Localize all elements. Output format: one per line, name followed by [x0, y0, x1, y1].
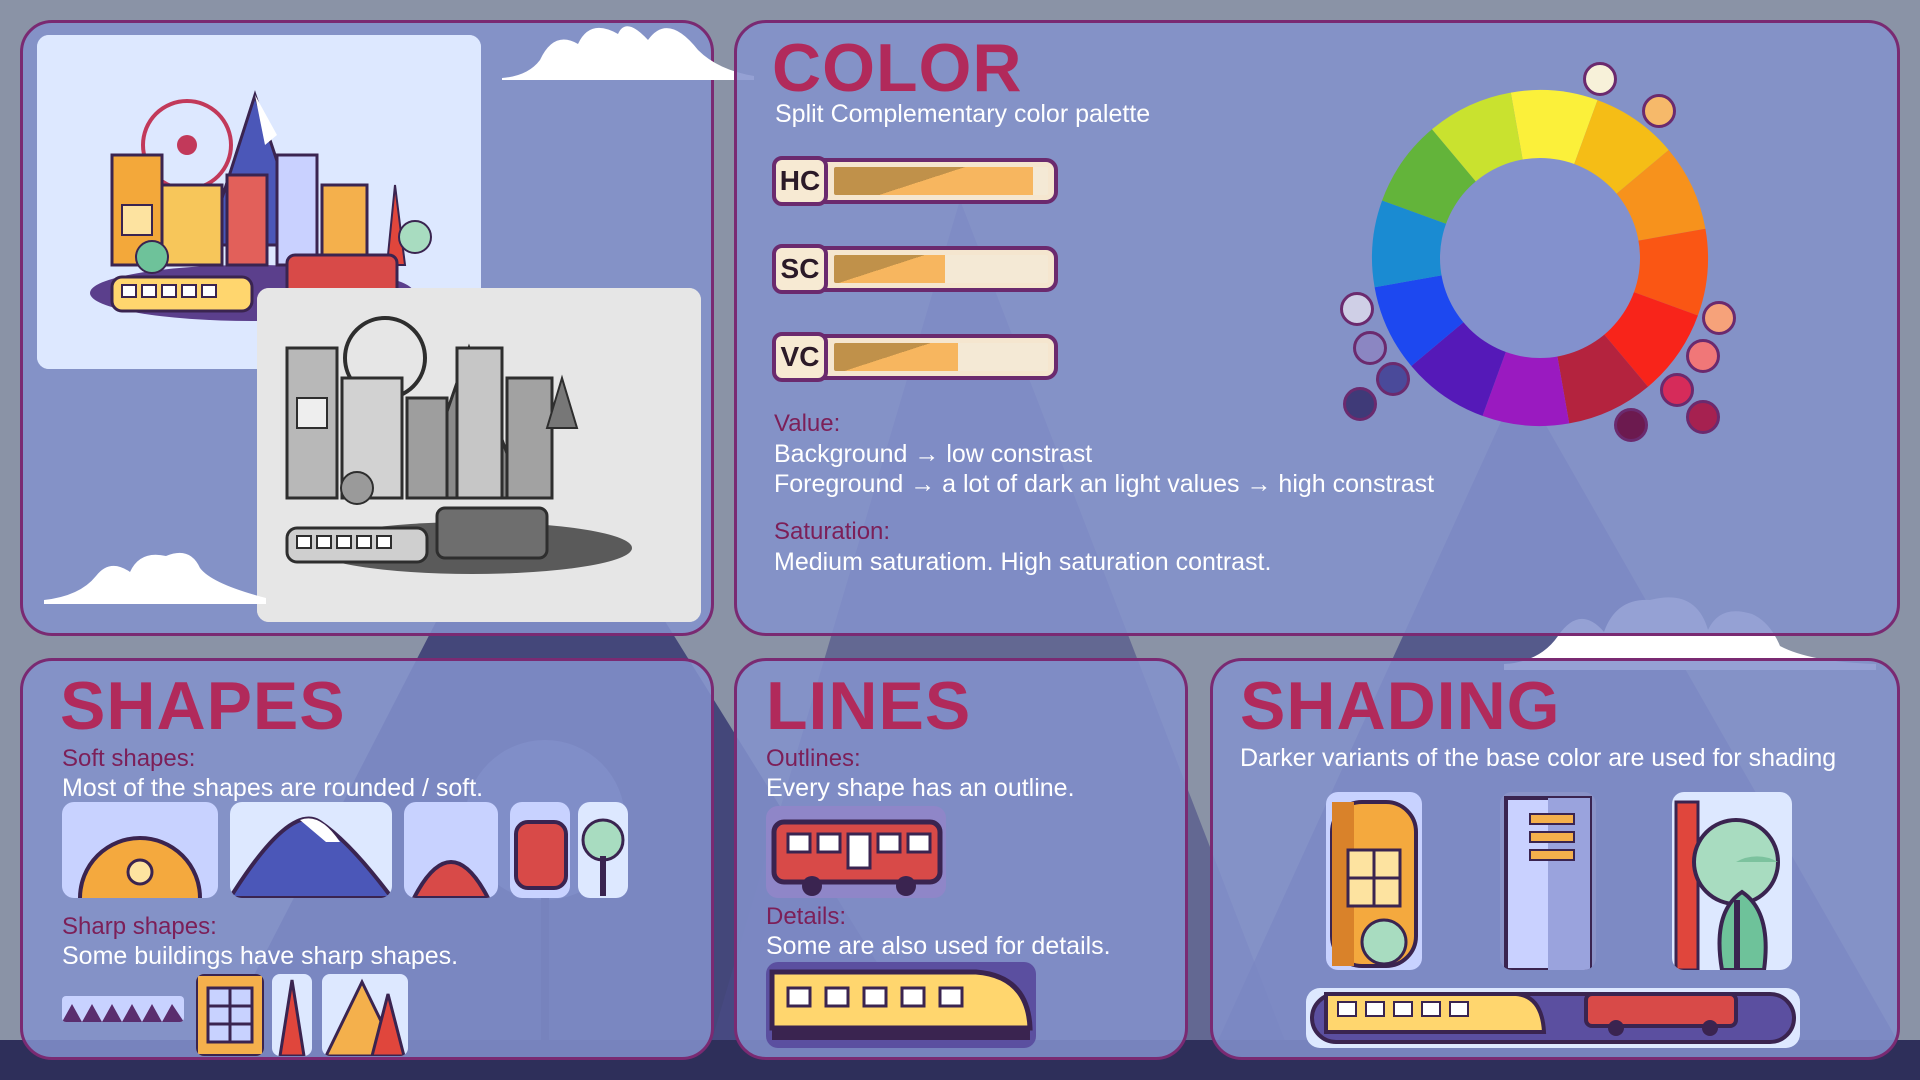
value-label: Value:: [774, 410, 841, 437]
saturation-label: Saturation:: [774, 518, 891, 545]
soft-shape-dome: [62, 802, 218, 898]
details-train-example: [766, 962, 1036, 1048]
color-subtitle: Split Complementary color palette: [775, 100, 1151, 128]
lines-title: LINES: [766, 668, 972, 744]
soft-shape-mountain: [230, 802, 392, 898]
saturation-contrast-fill: [834, 255, 946, 283]
sharp-shape-spire: [272, 974, 312, 1056]
saturation-contrast-meter: SC: [772, 244, 1058, 294]
swatch-top-2: [1642, 94, 1676, 128]
details-text: Some are also used for details.: [766, 932, 1111, 960]
shapes-title: SHAPES: [60, 668, 346, 744]
cloud-icon: [502, 26, 754, 80]
value-line-2: Foreground → a lot of dark an light valu…: [774, 470, 1435, 498]
sharp-shape-tower: [322, 974, 408, 1056]
color-title: COLOR: [772, 30, 1023, 106]
soft-shape-umbrella: [404, 802, 498, 898]
swatch-right-2: [1686, 339, 1720, 373]
saturation-contrast-badge: SC: [772, 244, 828, 294]
hue-contrast-badge: HC: [772, 156, 828, 206]
swatch-left-3: [1376, 362, 1410, 396]
sharp-shapes-label: Sharp shapes:: [62, 913, 217, 940]
hue-contrast-meter: HC: [772, 156, 1058, 206]
value-contrast-badge: VC: [772, 332, 828, 382]
outlines-text: Every shape has an outline.: [766, 774, 1075, 802]
shading-example-building: [1326, 792, 1422, 970]
value-contrast-fill: [834, 343, 959, 371]
swatch-left-4: [1343, 387, 1377, 421]
swatch-left-1: [1340, 292, 1374, 326]
outline-bus-example: [766, 806, 946, 898]
sharp-shape-window: [196, 974, 264, 1056]
saturation-text: Medium saturatiom. High saturation contr…: [774, 548, 1272, 576]
grayscale-illustration: [257, 288, 701, 622]
shading-example-train: [1306, 988, 1800, 1048]
swatch-top-1: [1583, 62, 1617, 96]
swatch-right-1: [1702, 301, 1736, 335]
swatch-right-4: [1686, 400, 1720, 434]
soft-shapes-text: Most of the shapes are rounded / soft.: [62, 774, 484, 802]
details-label: Details:: [766, 903, 847, 930]
swatch-right-3: [1660, 373, 1694, 407]
swatch-right-5: [1614, 408, 1648, 442]
shading-example-tower: [1500, 792, 1596, 970]
shading-title: SHADING: [1240, 668, 1561, 744]
cloud-icon: [44, 552, 266, 604]
sharp-shapes-text: Some buildings have sharp shapes.: [62, 942, 459, 970]
outlines-label: Outlines:: [766, 745, 861, 772]
hue-contrast-fill: [834, 167, 1034, 195]
shading-text: Darker variants of the base color are us…: [1240, 744, 1837, 772]
shading-example-tree: [1672, 792, 1792, 970]
soft-shape-bus: [510, 802, 570, 898]
value-contrast-meter: VC: [772, 332, 1058, 382]
swatch-left-2: [1353, 331, 1387, 365]
sharp-shape-roof: [62, 996, 184, 1022]
soft-shapes-label: Soft shapes:: [62, 745, 196, 772]
value-line-1: Background → low constrast: [774, 440, 1093, 468]
soft-shape-tree: [578, 802, 628, 898]
